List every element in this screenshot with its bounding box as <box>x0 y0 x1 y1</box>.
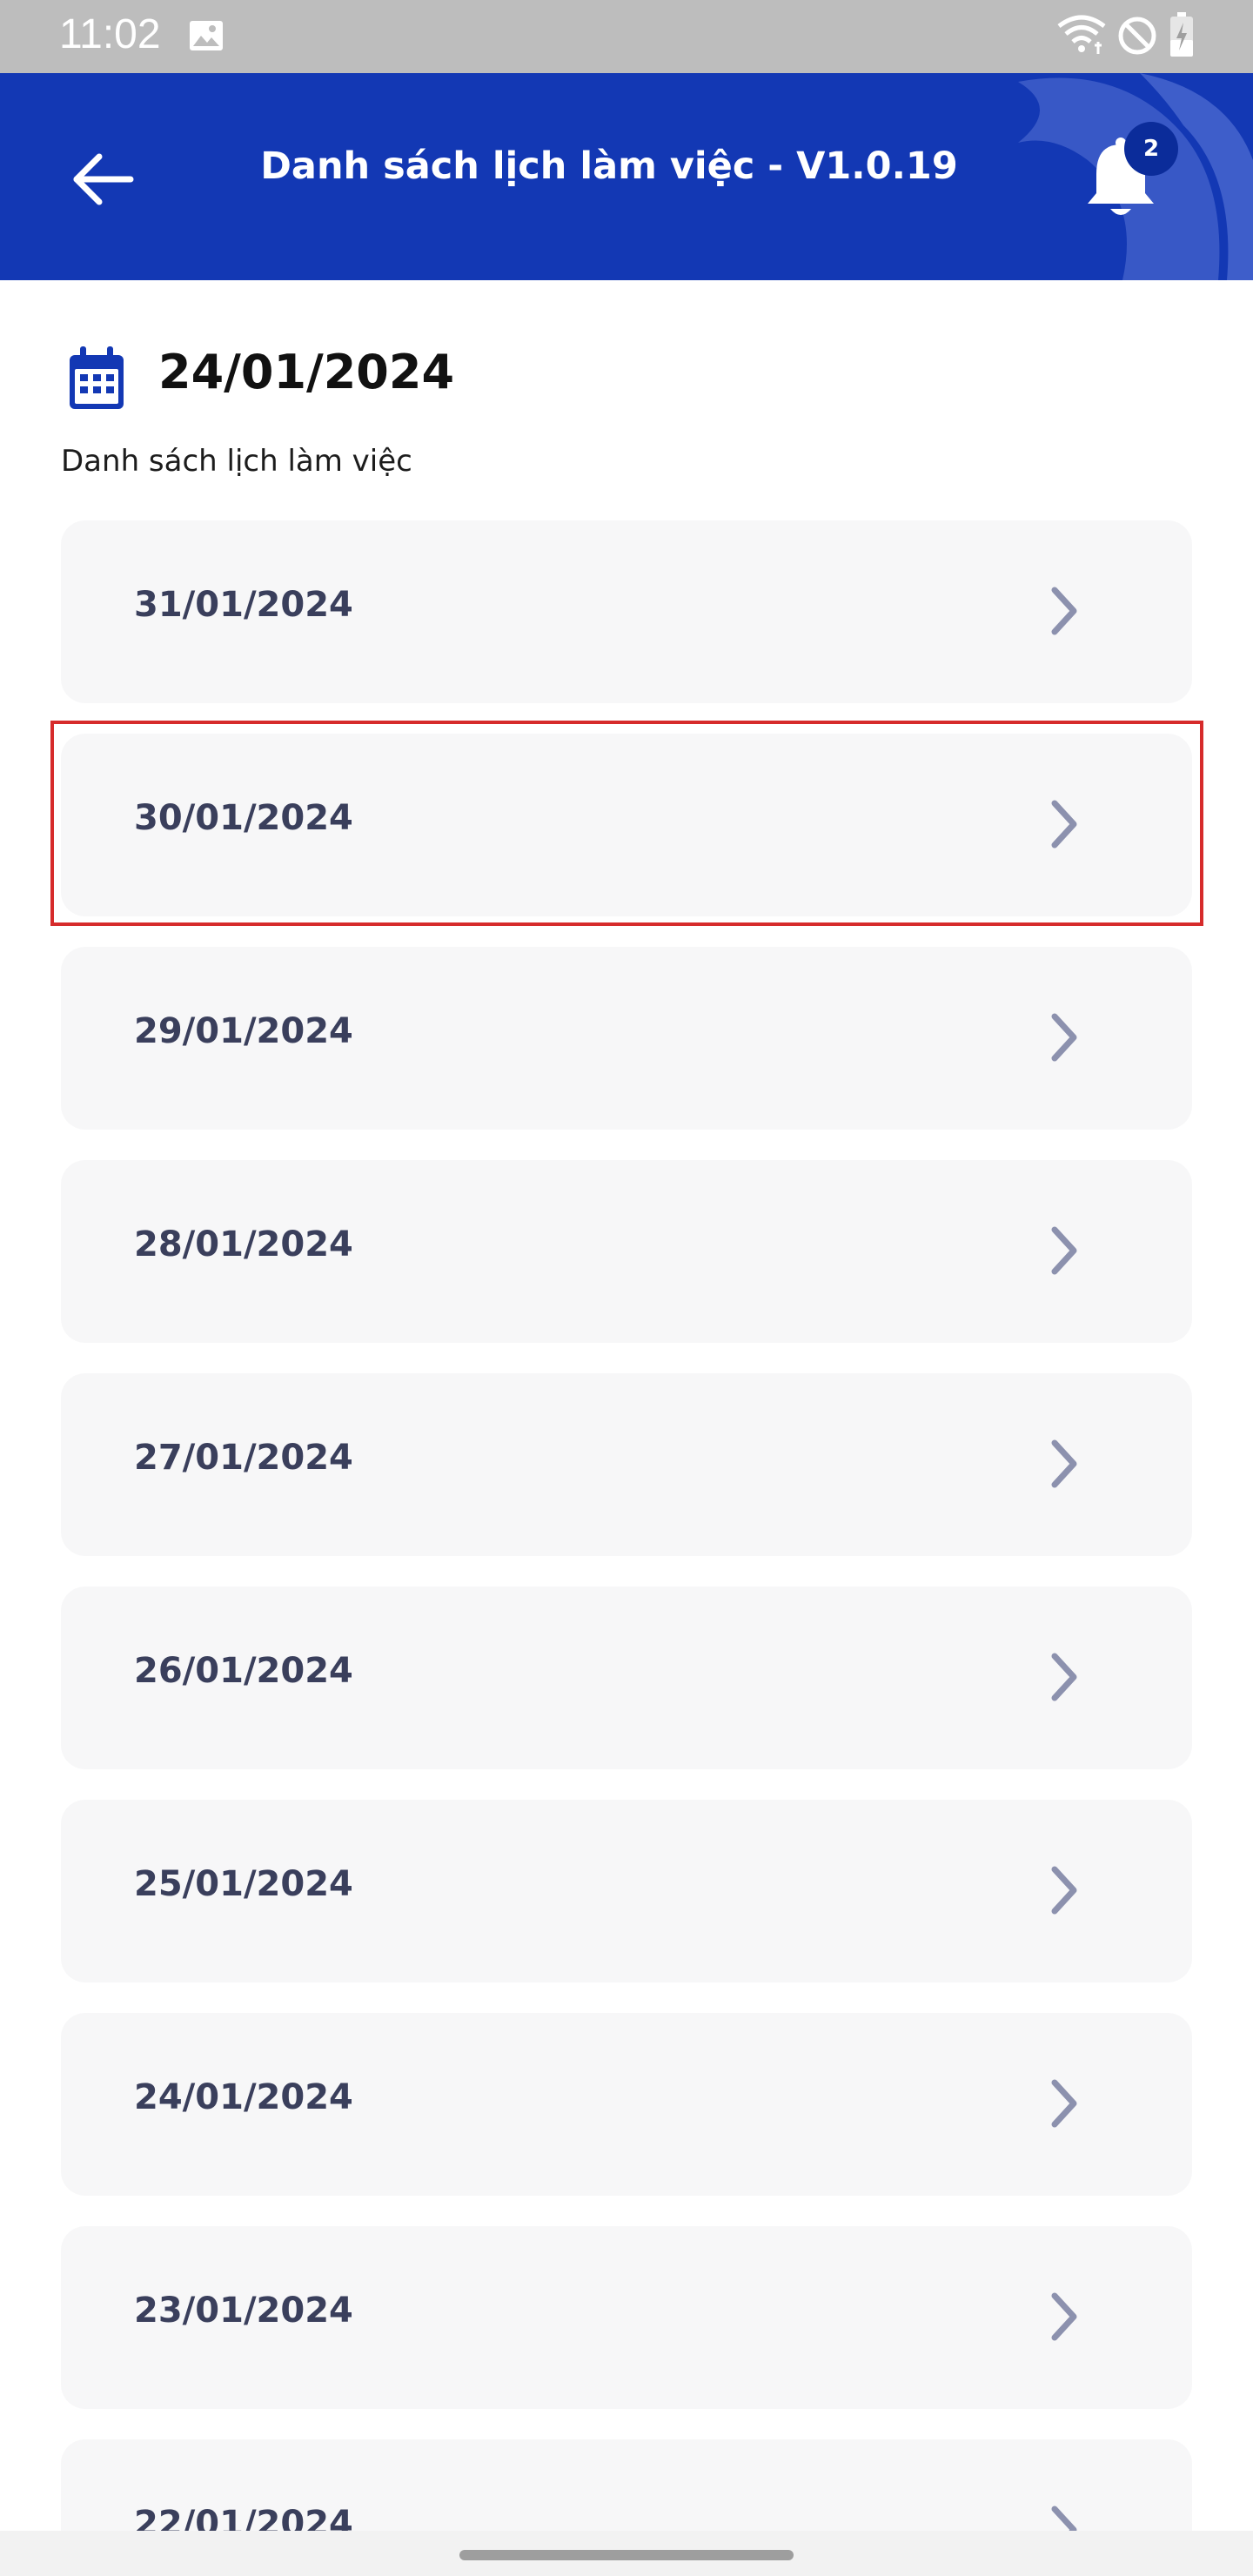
current-date: 24/01/2024 <box>158 345 455 399</box>
notification-badge: 2 <box>1124 122 1178 176</box>
home-gesture-handle[interactable] <box>459 2550 794 2560</box>
calendar-icon <box>70 346 124 409</box>
do-not-disturb-icon <box>1118 17 1156 55</box>
schedule-item[interactable]: 31/01/2024 <box>61 520 1192 703</box>
chevron-right-icon <box>1051 2292 1077 2341</box>
schedule-date: 29/01/2024 <box>134 1011 353 1051</box>
schedule-date: 26/01/2024 <box>134 1651 353 1691</box>
chevron-right-icon <box>1051 1866 1077 1915</box>
app-header: Danh sách lịch làm việc - V1.0.19 2 <box>0 73 1253 280</box>
image-icon <box>190 21 223 50</box>
chevron-right-icon <box>1051 587 1077 635</box>
chevron-right-icon <box>1051 2079 1077 2128</box>
chevron-right-icon <box>1051 1013 1077 1062</box>
page-title: Danh sách lịch làm việc - V1.0.19 <box>260 144 958 188</box>
schedule-item[interactable]: 29/01/2024 <box>61 947 1192 1130</box>
chevron-right-icon <box>1051 1439 1077 1488</box>
battery-charging-icon <box>1170 12 1193 57</box>
schedule-date: 28/01/2024 <box>134 1224 353 1265</box>
schedule-item[interactable]: 27/01/2024 <box>61 1373 1192 1556</box>
schedule-item[interactable]: 26/01/2024 <box>61 1587 1192 1769</box>
schedule-item[interactable]: 25/01/2024 <box>61 1800 1192 1982</box>
schedule-item[interactable]: 23/01/2024 <box>61 2226 1192 2409</box>
schedule-date: 25/01/2024 <box>134 1864 353 1904</box>
section-label: Danh sách lịch làm việc <box>61 444 412 479</box>
schedule-item[interactable]: 28/01/2024 <box>61 1160 1192 1343</box>
chevron-right-icon <box>1051 1653 1077 1701</box>
highlight-box <box>50 721 1203 926</box>
schedule-date: 31/01/2024 <box>134 585 353 625</box>
schedule-date: 24/01/2024 <box>134 2077 353 2117</box>
status-bar: 11:02 <box>0 0 1253 73</box>
back-arrow-icon[interactable] <box>68 150 139 209</box>
schedule-item[interactable]: 24/01/2024 <box>61 2013 1192 2196</box>
navigation-bar <box>0 2531 1253 2576</box>
schedule-date: 23/01/2024 <box>134 2291 353 2331</box>
chevron-right-icon <box>1051 1226 1077 1275</box>
schedule-date: 27/01/2024 <box>134 1438 353 1478</box>
status-time: 11:02 <box>59 11 161 57</box>
wifi-icon <box>1057 15 1106 54</box>
